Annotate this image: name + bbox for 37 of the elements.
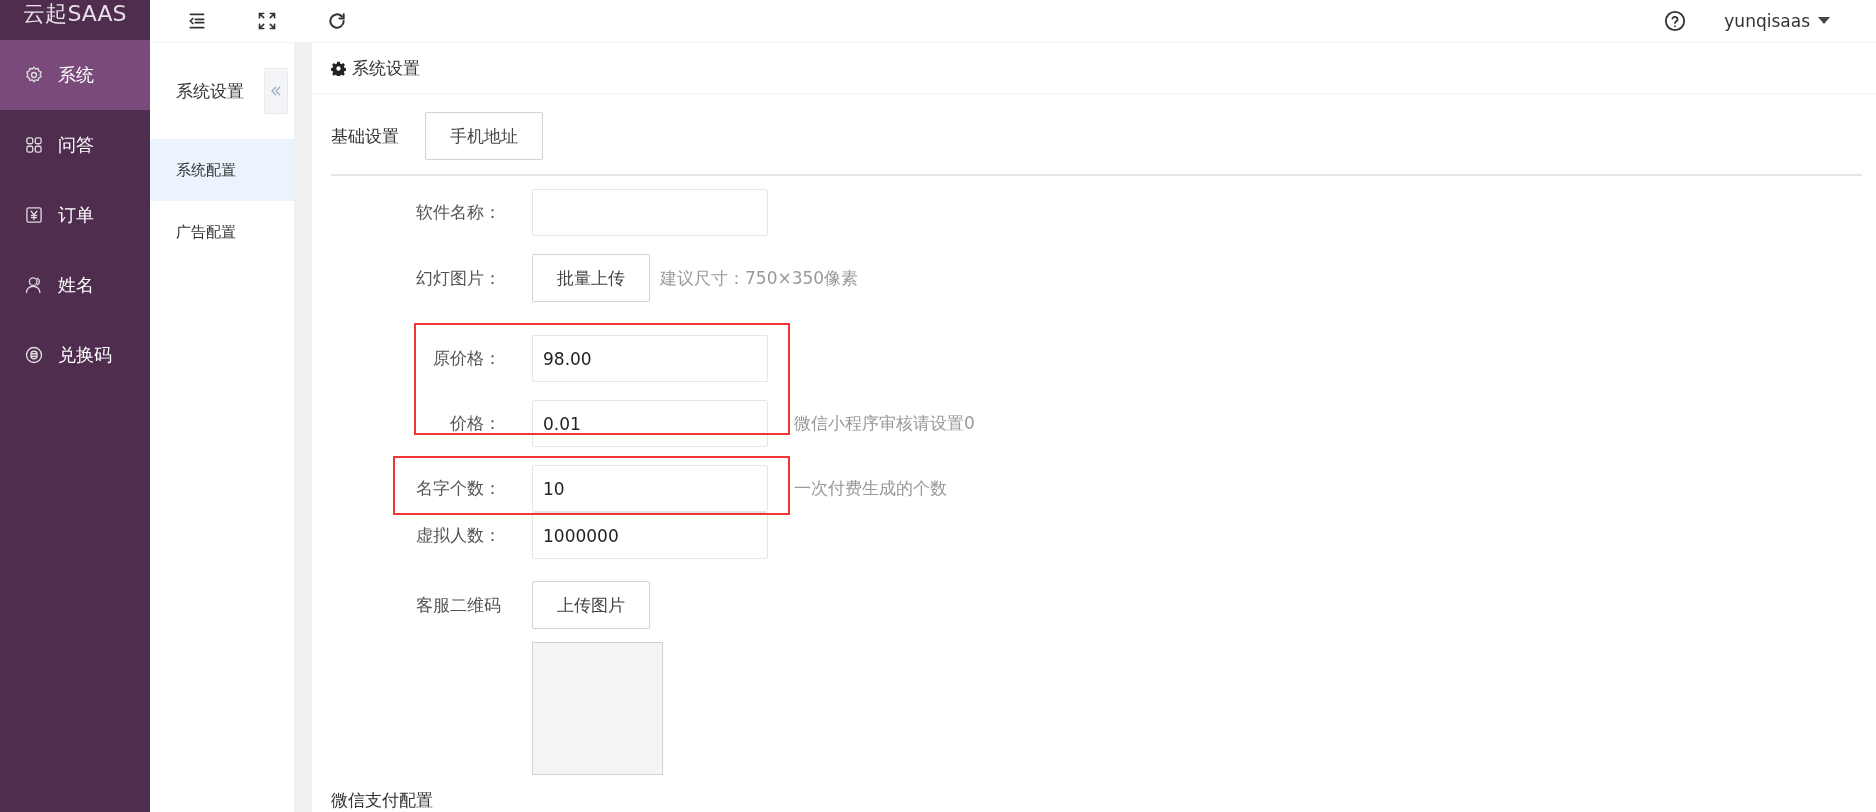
tab-button[interactable]: 手机地址 — [425, 112, 543, 160]
gear-icon — [331, 60, 346, 76]
input-field[interactable]: 98.00 — [532, 335, 768, 382]
subnav-title: 系统设置 — [176, 79, 244, 103]
panel-title: 系统设置 — [352, 56, 420, 80]
logo-text: 云起SAAS — [23, 0, 127, 28]
field-label: 原价格： — [432, 347, 502, 370]
coin-icon — [24, 345, 44, 365]
upload-button[interactable]: 批量上传 — [532, 254, 650, 302]
field-label: 价格： — [449, 412, 502, 435]
upload-button[interactable]: 上传图片 — [532, 581, 650, 629]
user-menu[interactable]: yunqisaas — [1724, 11, 1830, 31]
section-label: 基础设置 — [331, 124, 399, 148]
input-field[interactable]: 1000000 — [532, 512, 768, 559]
input-field[interactable] — [532, 189, 768, 236]
sidebar-item[interactable]: 兑换码 — [0, 320, 150, 390]
caret-icon — [1818, 17, 1830, 25]
input-field[interactable]: 10 — [532, 465, 768, 512]
subnav-item[interactable]: 系统配置 — [150, 139, 294, 201]
hint-text: 一次付费生成的个数 — [794, 477, 947, 500]
section-label: 微信支付配置 — [331, 789, 434, 812]
double-chevron-icon — [271, 86, 281, 96]
sidebar-item[interactable]: 系统 — [0, 40, 150, 110]
gear-icon — [24, 65, 44, 85]
hint-text: 建议尺寸：750×350像素 — [660, 266, 859, 290]
field-label: 软件名称： — [415, 201, 502, 224]
input-field[interactable]: 0.01 — [532, 400, 768, 447]
field-label: 名字个数： — [415, 477, 502, 500]
hint-text: 微信小程序审核请设置0 — [794, 412, 975, 435]
grid-icon — [24, 135, 44, 155]
sidebar-item[interactable]: 姓名 — [0, 250, 150, 320]
receipt-icon — [24, 205, 44, 225]
field-label: 客服二维码 — [415, 593, 502, 617]
sidebar-item[interactable]: 订单 — [0, 180, 150, 250]
sidebar-item[interactable]: 问答 — [0, 110, 150, 180]
field-label: 虚拟人数： — [415, 524, 502, 547]
field-label: 幻灯图片： — [415, 266, 502, 290]
